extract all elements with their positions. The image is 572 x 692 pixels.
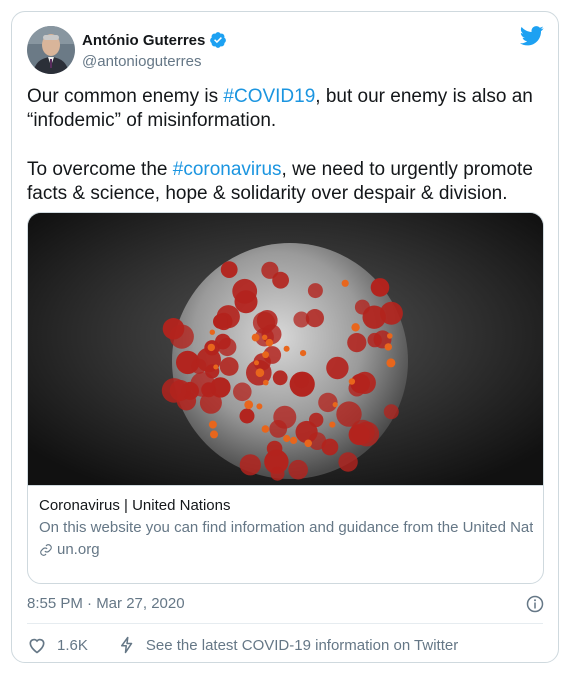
tweet-actions: 1.6K See the latest COVID-19 information… — [27, 635, 458, 655]
tweet-text: Our common enemy is #COVID19, but our en… — [27, 85, 547, 207]
author-name-row[interactable]: António Guterres — [82, 31, 227, 49]
link-domain[interactable]: un.org — [57, 540, 100, 560]
hashtag-coronavirus-link[interactable]: #coronavirus — [173, 159, 282, 180]
info-icon[interactable] — [526, 595, 544, 613]
lightning-bolt-icon — [120, 636, 133, 654]
link-preview-meta[interactable]: Coronavirus | United Nations On this web… — [28, 485, 543, 560]
tweet-text-segment: Our common enemy is — [27, 86, 224, 107]
covid-info-link[interactable]: See the latest COVID-19 information on T… — [146, 637, 458, 654]
twitter-bird-icon[interactable] — [520, 26, 544, 46]
link-domain-row[interactable]: un.org — [39, 540, 533, 560]
verified-badge-icon — [210, 32, 227, 48]
tweet-text-segment: To overcome the — [27, 158, 173, 180]
author-handle[interactable]: @antonioguterres — [82, 53, 201, 70]
tweet-timestamp[interactable]: 8:55 PM · Mar 27, 2020 — [27, 595, 185, 612]
like-count[interactable]: 1.6K — [57, 637, 88, 654]
coronavirus-illustration[interactable] — [28, 213, 543, 485]
link-description: On this website you can find information… — [39, 518, 533, 538]
link-preview-card[interactable]: Coronavirus | United Nations On this web… — [27, 212, 544, 584]
link-icon — [40, 544, 52, 556]
tweet-card[interactable]: António Guterres @antonioguterres Our co… — [11, 11, 559, 663]
link-title[interactable]: Coronavirus | United Nations — [39, 496, 533, 516]
divider — [27, 623, 543, 624]
tweet-paragraph: To overcome the #coronavirus, we need to… — [27, 158, 547, 207]
tweet-paragraph: Our common enemy is #COVID19, but our en… — [27, 85, 547, 134]
author-name[interactable]: António Guterres — [82, 32, 205, 49]
heart-icon[interactable] — [27, 635, 47, 655]
avatar[interactable] — [27, 26, 75, 74]
hashtag-covid19-link[interactable]: #COVID19 — [223, 86, 315, 107]
link-description-text: On this website you can find information… — [39, 519, 533, 536]
